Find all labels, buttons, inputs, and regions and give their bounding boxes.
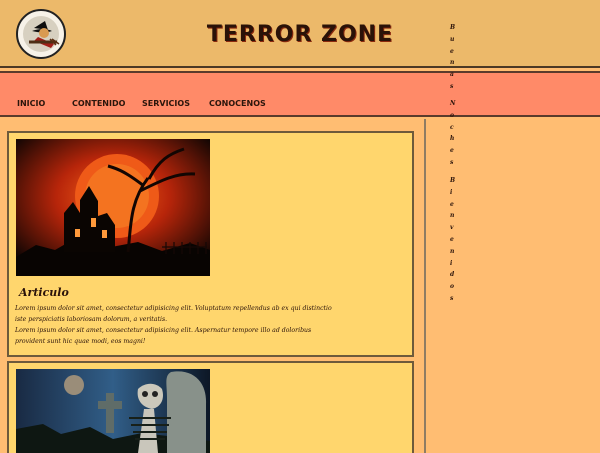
site-header: TERROR ZONE — [0, 0, 600, 68]
nav-item-inicio[interactable]: INICIO — [17, 99, 45, 108]
article-line-2: iste perspiciatis laboriosam dolorum, a … — [15, 316, 168, 323]
sidebar-text-buenas: Buenas — [450, 24, 456, 90]
main-navigation: INICIO CONTENIDO SERVICIOS CONOCENOS — [0, 71, 600, 117]
sidebar-text-noches: Noches — [450, 100, 456, 166]
article-line-1: Lorem ipsum dolor sit amet, consectetur … — [15, 305, 332, 312]
haunted-house-image — [16, 139, 210, 276]
article-text: Lorem ipsum dolor sit amet, consectetur … — [15, 303, 405, 347]
skeleton-graveyard-image — [16, 369, 210, 453]
nav-item-conocenos[interactable]: CONOCENOS — [209, 99, 266, 108]
article-line-3: Lorem ipsum dolor sit amet, consectetur … — [15, 327, 312, 334]
site-title: TERROR ZONE — [206, 22, 394, 47]
article-line-4: provident sunt hic quae modi, eos magni! — [15, 338, 146, 345]
nav-item-servicios[interactable]: SERVICIOS — [142, 99, 190, 108]
nav-item-contenido[interactable]: CONTENIDO — [72, 99, 125, 108]
article-title: Articulo — [19, 286, 69, 299]
sidebar-text-bienvenidos: Bienvenidos — [450, 177, 456, 302]
